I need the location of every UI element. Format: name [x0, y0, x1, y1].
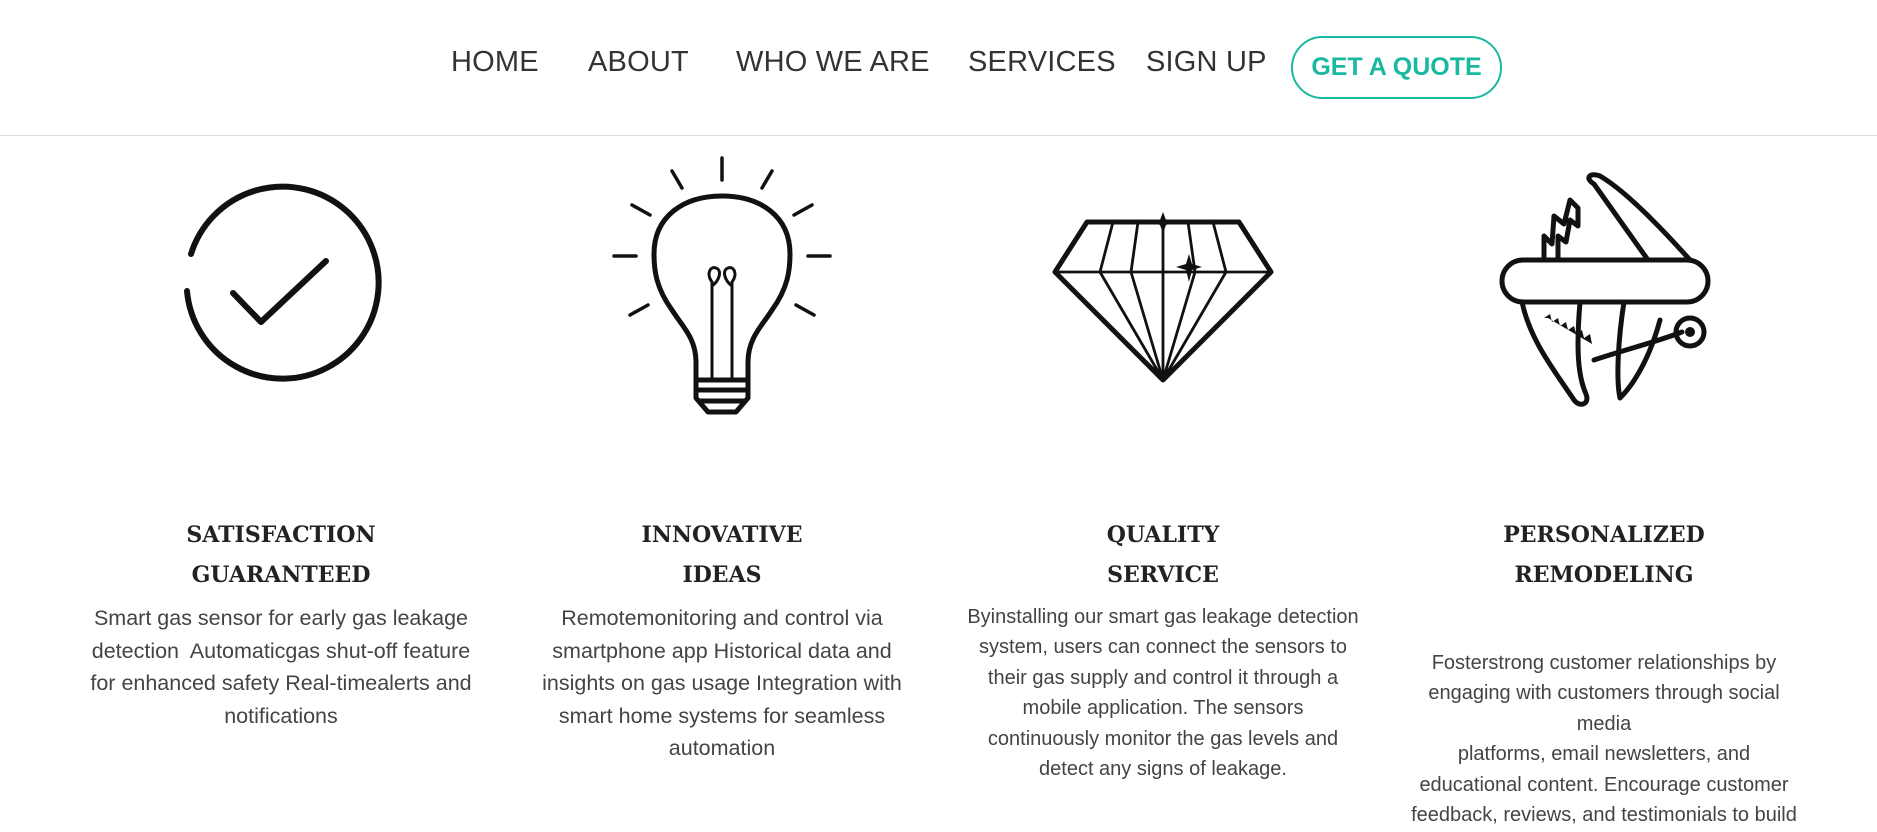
feature-title: SATISFACTION GUARANTEED — [71, 515, 491, 595]
description-line: system, users can connect the sensors to — [979, 636, 1347, 659]
description-line: Byinstalling our smart gas leakage detec… — [967, 606, 1359, 628]
description-line: Remotemonitoring and control via — [561, 606, 883, 630]
description-line: platforms, email newsletters, and — [1457, 743, 1751, 766]
feature-title-line: SATISFACTION — [186, 522, 376, 548]
description-line: detection Automaticgas shut-off feature — [91, 638, 471, 663]
nav-services-link[interactable]: SERVICES — [968, 46, 1116, 79]
lightbulb-icon — [512, 150, 932, 420]
description-line: feedback, reviews, and testimonials to b… — [1411, 804, 1797, 827]
description-line: media — [1576, 712, 1632, 735]
description-line: automation — [668, 736, 776, 760]
top-navigation-bar: HOME ABOUT WHO WE ARE SERVICES SIGN UP G… — [0, 0, 1877, 136]
feature-title-line: PERSONALIZED — [1503, 522, 1705, 548]
feature-description: Smart gas sensor for early gas leakage d… — [71, 602, 491, 732]
feature-title-line: IDEAS — [682, 562, 762, 588]
description-line: for enhanced safety Real-timealerts and — [90, 671, 472, 695]
description-line: their gas supply and control it through … — [987, 666, 1339, 689]
description-line: smartphone app Historical data and — [552, 638, 892, 663]
feature-title-line: INNOVATIVE — [641, 522, 803, 548]
nav-who-we-are-link[interactable]: WHO WE ARE — [736, 46, 930, 79]
description-line: mobile application. The sensors — [1022, 697, 1304, 720]
feature-title-line: REMODELING — [1514, 562, 1694, 588]
diamond-icon — [953, 150, 1373, 420]
feature-title-line: QUALITY — [1106, 522, 1220, 548]
feature-title: INNOVATIVE IDEAS — [512, 515, 932, 595]
feature-title: QUALITY SERVICE — [953, 515, 1373, 595]
description-line: Fosterstrong customer relationships by — [1431, 652, 1777, 674]
feature-description: Fosterstrong customer relationships by e… — [1394, 648, 1814, 830]
description-line: insights on gas usage Integration with — [542, 671, 902, 695]
get-a-quote-button[interactable]: GET A QUOTE — [1291, 36, 1502, 99]
checkmark-circle-icon — [71, 150, 491, 420]
feature-description: Byinstalling our smart gas leakage detec… — [953, 602, 1373, 784]
feature-description: Remotemonitoring and control via smartph… — [512, 602, 932, 765]
feature-title-line: SERVICE — [1107, 562, 1219, 588]
description-line: detect any signs of leakage. — [1039, 758, 1287, 781]
nav-sign-up-link[interactable]: SIGN UP — [1146, 46, 1267, 79]
description-line: smart home systems for seamless — [558, 703, 886, 728]
description-line: Smart gas sensor for early gas leakage — [93, 606, 469, 630]
nav-about-link[interactable]: ABOUT — [588, 46, 689, 79]
feature-title-line: GUARANTEED — [191, 562, 371, 588]
nav-home-link[interactable]: HOME — [451, 46, 539, 79]
description-line: educational content. Encourage customer — [1419, 773, 1789, 796]
feature-title: PERSONALIZED REMODELING — [1394, 515, 1814, 595]
description-line: engaging with customers through social — [1428, 682, 1780, 705]
description-line: notifications — [224, 703, 338, 728]
description-line: continuously monitor the gas levels and — [987, 727, 1339, 750]
swiss-army-knife-icon — [1394, 150, 1814, 420]
